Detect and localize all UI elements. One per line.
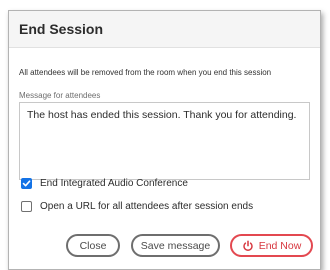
power-icon: [242, 239, 254, 252]
close-button-label: Close: [79, 239, 107, 252]
end-audio-checkbox[interactable]: [21, 177, 32, 189]
end-now-label: End Now: [258, 239, 302, 252]
close-button[interactable]: Close: [66, 234, 120, 257]
message-label: Message for attendees: [19, 91, 101, 100]
end-audio-label: End Integrated Audio Conference: [40, 177, 188, 189]
open-url-checkbox[interactable]: [21, 200, 32, 212]
message-text: The host has ended this session. Thank y…: [27, 109, 297, 121]
checkmark-icon: [22, 179, 31, 186]
dialog-title: End Session: [19, 21, 104, 37]
end-audio-option[interactable]: End Integrated Audio Conference: [21, 176, 188, 190]
message-textarea[interactable]: The host has ended this session. Thank y…: [19, 102, 310, 180]
save-message-label: Save message: [140, 239, 211, 252]
end-session-dialog: End Session All attendees will be remove…: [8, 10, 321, 270]
dialog-header: End Session: [9, 11, 320, 48]
save-message-button[interactable]: Save message: [131, 234, 220, 257]
open-url-option[interactable]: Open a URL for all attendees after sessi…: [21, 199, 253, 213]
end-session-info-text: All attendees will be removed from the r…: [19, 68, 272, 77]
open-url-label: Open a URL for all attendees after sessi…: [40, 200, 254, 212]
end-now-button[interactable]: End Now: [230, 234, 313, 257]
